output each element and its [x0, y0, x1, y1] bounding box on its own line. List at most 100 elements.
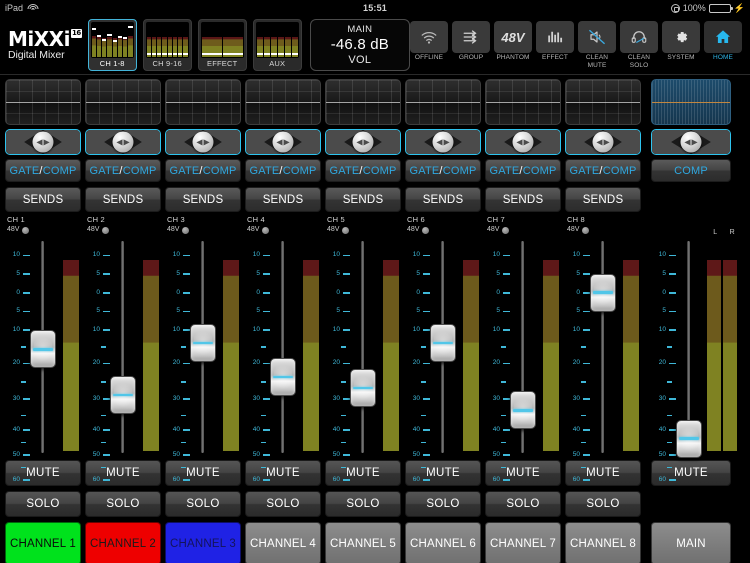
sends-button[interactable]: SENDS — [5, 187, 81, 212]
toolbar-item-phantom[interactable]: 48V PHANTOM — [494, 21, 532, 69]
gate-comp-button[interactable]: GATE / COMP — [405, 159, 481, 182]
pan-knob[interactable]: ◀ ▶ — [272, 131, 294, 153]
channel-select-button[interactable]: CHANNEL 1 — [5, 522, 81, 563]
48v-icon[interactable]: 48V — [494, 21, 532, 53]
pan-control[interactable]: ◀ ▶ — [485, 129, 561, 155]
meter-thumbnail-aux[interactable]: AUX — [252, 19, 302, 71]
main-comp-button[interactable]: COMP — [651, 159, 731, 182]
meter-thumbnail-effect[interactable]: EFFECT — [197, 19, 247, 71]
sends-button[interactable]: SENDS — [565, 187, 641, 212]
phantom-power-indicator[interactable]: 48V — [7, 225, 81, 235]
pan-control[interactable]: ◀ ▶ — [245, 129, 321, 155]
gate-comp-button[interactable]: GATE / COMP — [325, 159, 401, 182]
solo-button[interactable]: SOLO — [245, 491, 321, 517]
main-select-button[interactable]: MAIN — [651, 522, 731, 563]
toolbar-item-clean-solo[interactable]: CLEAN SOLO — [620, 21, 658, 69]
fader-track[interactable] — [121, 241, 124, 453]
phantom-power-indicator[interactable]: 48V — [407, 225, 481, 235]
solo-button[interactable]: SOLO — [85, 491, 161, 517]
channel-select-button[interactable]: CHANNEL 8 — [565, 522, 641, 563]
channel-select-button[interactable]: CHANNEL 6 — [405, 522, 481, 563]
pan-control[interactable]: ◀ ▶ — [405, 129, 481, 155]
pan-knob[interactable]: ◀ ▶ — [432, 131, 454, 153]
group-arrows-icon[interactable] — [452, 21, 490, 53]
fader-track[interactable] — [361, 241, 364, 453]
phantom-power-indicator[interactable]: 48V — [567, 225, 641, 235]
pan-control[interactable]: ◀ ▶ — [5, 129, 81, 155]
meter-thumbnail-ch-1-8[interactable]: CH 1-8 — [87, 19, 137, 71]
solo-button[interactable]: SOLO — [325, 491, 401, 517]
fader-handle[interactable] — [110, 375, 136, 414]
phantom-power-indicator[interactable]: 48V — [327, 225, 401, 235]
equalizer-bars-icon[interactable] — [536, 21, 574, 53]
solo-button[interactable]: SOLO — [405, 491, 481, 517]
eq-curve-display[interactable] — [485, 79, 561, 125]
pan-knob[interactable]: ◀ ▶ — [592, 131, 614, 153]
pan-control[interactable]: ◀ ▶ — [325, 129, 401, 155]
fader-handle[interactable] — [590, 273, 616, 312]
pan-control[interactable]: ◀ ▶ — [565, 129, 641, 155]
meter-thumbnail-ch-9-16[interactable]: CH 9-16 — [142, 19, 192, 71]
fader-handle[interactable] — [350, 368, 376, 407]
phantom-power-indicator[interactable]: 48V — [487, 225, 561, 235]
eq-curve-display[interactable] — [5, 79, 81, 125]
fader-handle[interactable] — [190, 323, 216, 362]
channel-select-button[interactable]: CHANNEL 7 — [485, 522, 561, 563]
fader-handle[interactable] — [270, 358, 296, 397]
toolbar-item-clean-mute[interactable]: CLEAN MUTE — [578, 21, 616, 69]
sends-button[interactable]: SENDS — [485, 187, 561, 212]
pan-knob[interactable]: ◀ ▶ — [192, 131, 214, 153]
solo-button[interactable]: SOLO — [5, 491, 81, 517]
toolbar-item-system[interactable]: SYSTEM — [662, 21, 700, 69]
sends-button[interactable]: SENDS — [85, 187, 161, 212]
gear-icon[interactable] — [662, 21, 700, 53]
eq-curve-display[interactable] — [245, 79, 321, 125]
pan-knob[interactable]: ◀ ▶ — [112, 131, 134, 153]
eq-curve-display[interactable] — [85, 79, 161, 125]
eq-curve-display[interactable] — [565, 79, 641, 125]
sends-button[interactable]: SENDS — [325, 187, 401, 212]
solo-button[interactable]: SOLO — [565, 491, 641, 517]
pan-control[interactable]: ◀ ▶ — [651, 129, 731, 155]
solo-button[interactable]: SOLO — [485, 491, 561, 517]
muted-speaker-icon[interactable] — [578, 21, 616, 53]
gate-comp-button[interactable]: GATE / COMP — [565, 159, 641, 182]
gate-comp-button[interactable]: GATE / COMP — [485, 159, 561, 182]
fader-handle[interactable] — [510, 391, 536, 430]
channel-select-button[interactable]: CHANNEL 3 — [165, 522, 241, 563]
fader-handle[interactable] — [430, 323, 456, 362]
pan-knob[interactable]: ◀ ▶ — [512, 131, 534, 153]
sends-button[interactable]: SENDS — [245, 187, 321, 212]
toolbar-item-home[interactable]: HOME — [704, 21, 742, 69]
sends-button[interactable]: SENDS — [405, 187, 481, 212]
pan-control[interactable]: ◀ ▶ — [165, 129, 241, 155]
pan-knob[interactable]: ◀ ▶ — [352, 131, 374, 153]
channel-select-button[interactable]: CHANNEL 5 — [325, 522, 401, 563]
phantom-power-indicator[interactable]: 48V — [167, 225, 241, 235]
phantom-power-indicator[interactable]: 48V — [87, 225, 161, 235]
main-eq-display[interactable] — [651, 79, 731, 125]
phantom-power-indicator[interactable]: 48V — [247, 225, 321, 235]
gate-comp-button[interactable]: GATE / COMP — [5, 159, 81, 182]
gate-comp-button[interactable]: GATE / COMP — [245, 159, 321, 182]
sends-button[interactable]: SENDS — [165, 187, 241, 212]
pan-knob[interactable]: ◀ ▶ — [680, 131, 702, 153]
toolbar-item-group[interactable]: GROUP — [452, 21, 490, 69]
fader-track[interactable] — [281, 241, 284, 453]
gate-comp-button[interactable]: GATE / COMP — [165, 159, 241, 182]
eq-curve-display[interactable] — [405, 79, 481, 125]
solo-button[interactable]: SOLO — [165, 491, 241, 517]
channel-select-button[interactable]: CHANNEL 2 — [85, 522, 161, 563]
fader-track[interactable] — [601, 241, 604, 453]
channel-select-button[interactable]: CHANNEL 4 — [245, 522, 321, 563]
fader-handle[interactable] — [30, 330, 56, 369]
headphones-icon[interactable] — [620, 21, 658, 53]
home-icon[interactable] — [704, 21, 742, 53]
toolbar-item-offline[interactable]: OFFLINE — [410, 21, 448, 69]
pan-knob[interactable]: ◀ ▶ — [32, 131, 54, 153]
main-volume-display[interactable]: MAIN -46.8 dB VOL — [309, 19, 410, 71]
main-fader-handle[interactable] — [676, 419, 702, 458]
eq-curve-display[interactable] — [165, 79, 241, 125]
eq-curve-display[interactable] — [325, 79, 401, 125]
pan-control[interactable]: ◀ ▶ — [85, 129, 161, 155]
